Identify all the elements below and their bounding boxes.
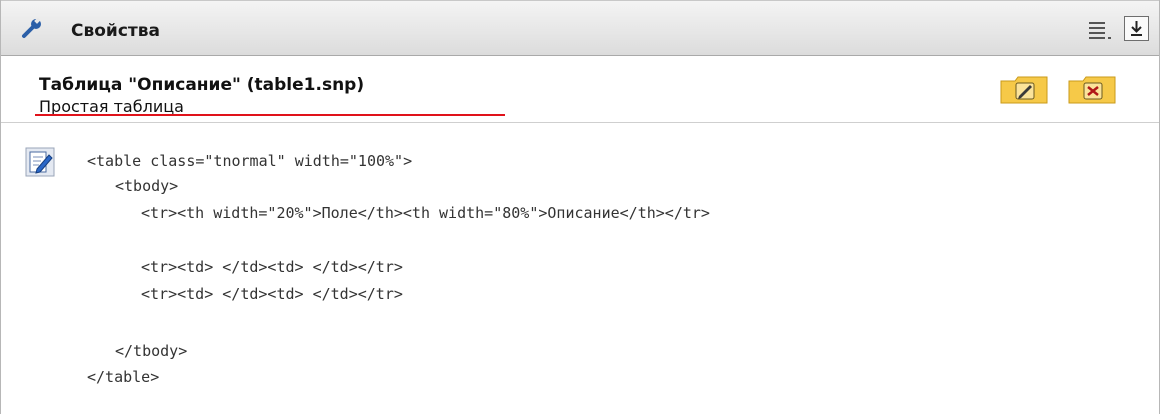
code-line: <tr><td> </td><td> </td></tr> [141,258,403,276]
close-button[interactable] [1067,75,1117,105]
code-line: <tr><th width="20%">Поле</th><th width="… [141,204,710,222]
code-line: <tbody> [115,177,179,195]
code-line: </table> [87,368,160,386]
red-underline [35,114,505,116]
code-line: </tbody> [115,342,188,360]
edit-button[interactable] [999,75,1049,105]
panel-header: Свойства [1,0,1159,56]
object-title: Таблица "Описание" (table1.snp) [39,75,365,95]
panel-title: Свойства [71,21,160,41]
properties-header: Таблица "Описание" (table1.snp) Простая … [1,57,1159,123]
list-menu-icon[interactable] [1087,19,1117,41]
code-line: <table class="tnormal" width="100%"> [87,152,413,170]
edit-document-icon[interactable] [25,147,55,177]
code-line: <tr><td> </td><td> </td></tr> [141,285,403,303]
wrench-icon [22,17,41,38]
download-arrow-icon [1131,21,1142,36]
properties-panel: Свойства Таблица "Описание" (table1.snp)… [0,0,1160,414]
download-button[interactable] [1124,16,1149,41]
